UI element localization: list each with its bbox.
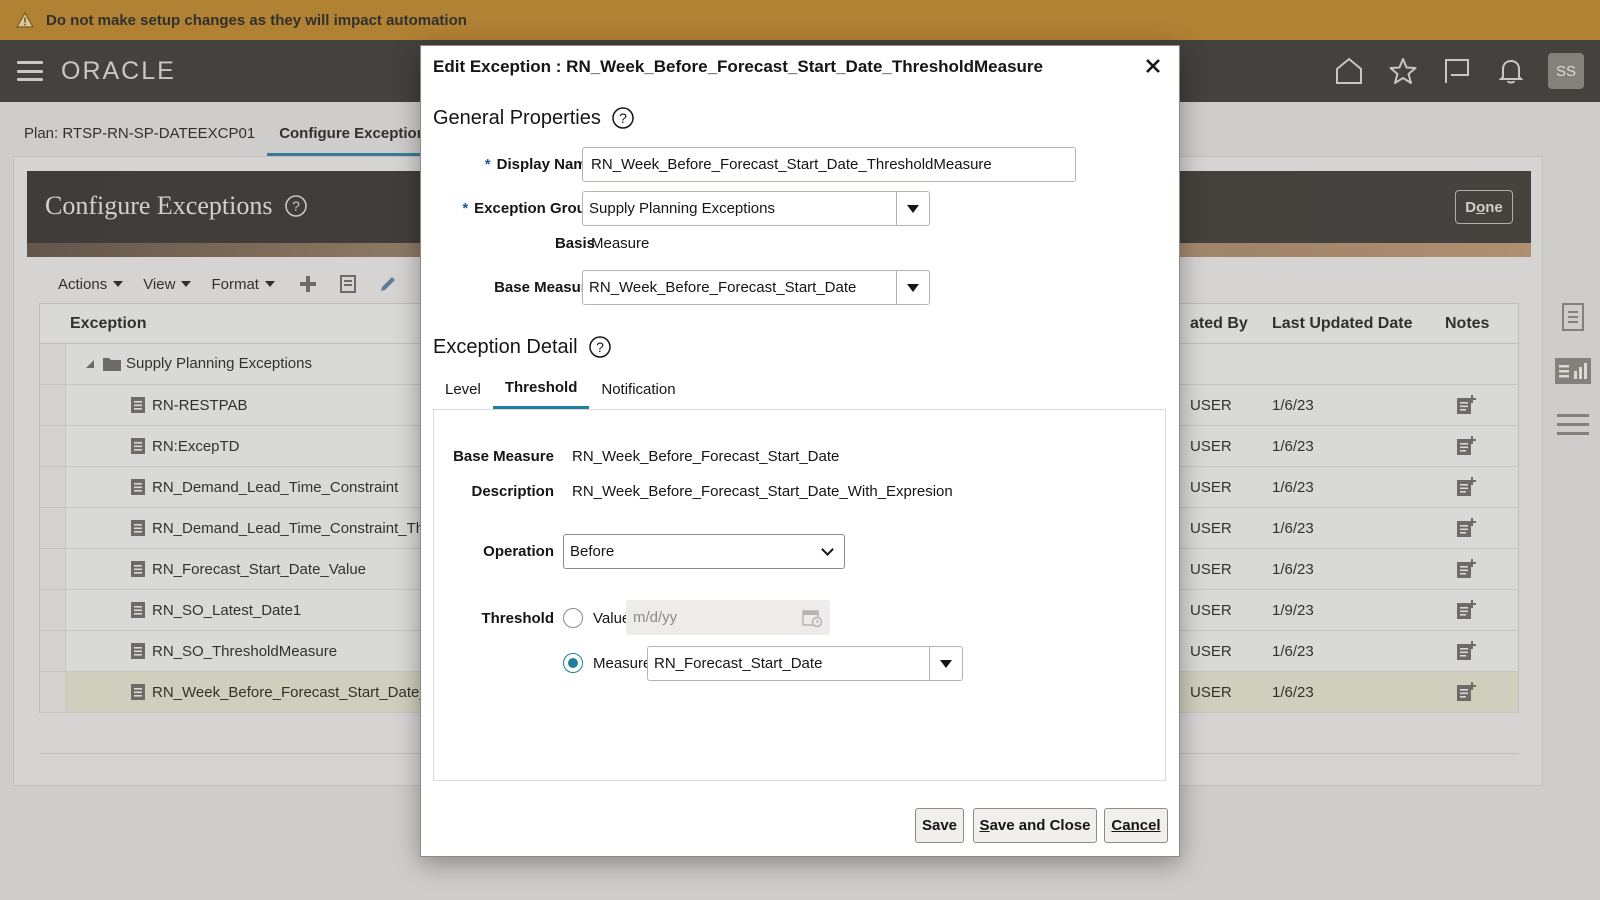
- close-icon[interactable]: [1141, 54, 1165, 78]
- basis-value: Measure: [591, 235, 650, 252]
- display-name-label: * Display Name: [457, 156, 595, 173]
- general-properties-heading: General Properties ?: [433, 106, 635, 130]
- save-and-close-button[interactable]: Save and Close: [973, 808, 1097, 843]
- value-radio-label[interactable]: Value: [593, 610, 630, 627]
- threshold-label: Threshold: [481, 610, 554, 627]
- threshold-measure-value: RN_Forecast_Start_Date: [654, 655, 823, 672]
- display-name-label-text: Display Name: [496, 156, 595, 173]
- exception-detail-heading: Exception Detail ?: [433, 335, 612, 359]
- dropdown-button[interactable]: [896, 271, 929, 304]
- calendar-icon: [802, 609, 823, 627]
- save-button[interactable]: Save: [915, 808, 964, 843]
- chevron-down-icon: [907, 204, 919, 213]
- display-name-input[interactable]: RN_Week_Before_Forecast_Start_Date_Thres…: [582, 147, 1076, 182]
- exception-detail-title: Exception Detail: [433, 335, 578, 358]
- operation-select[interactable]: Before: [563, 534, 845, 569]
- exception-group-value: Supply Planning Exceptions: [589, 200, 775, 217]
- basis-label: Basis: [554, 235, 595, 252]
- description-value: RN_Week_Before_Forecast_Start_Date_With_…: [572, 483, 953, 500]
- general-properties-title: General Properties: [433, 106, 601, 129]
- base-measure-label: Base Measure: [494, 279, 595, 296]
- operation-label: Operation: [483, 543, 554, 560]
- dialog-title: Edit Exception : RN_Week_Before_Forecast…: [433, 57, 1043, 76]
- tab-notification[interactable]: Notification: [589, 369, 687, 409]
- help-icon[interactable]: ?: [611, 106, 635, 130]
- tab-threshold[interactable]: Threshold: [492, 369, 590, 409]
- base-measure-value: RN_Week_Before_Forecast_Start_Date: [589, 279, 857, 296]
- detail-base-measure-label: Base Measure: [453, 448, 554, 465]
- chevron-down-icon: [940, 659, 952, 668]
- threshold-date-input: m/d/yy: [626, 600, 830, 635]
- base-measure-select[interactable]: RN_Week_Before_Forecast_Start_Date: [582, 270, 930, 305]
- exception-group-label: * Exception Group: [431, 200, 595, 217]
- description-label: Description: [471, 483, 554, 500]
- edit-exception-dialog: Edit Exception : RN_Week_Before_Forecast…: [420, 45, 1180, 857]
- detail-base-measure-value: RN_Week_Before_Forecast_Start_Date: [572, 448, 840, 465]
- date-placeholder: m/d/yy: [633, 609, 678, 626]
- detail-tabs: Level Threshold Notification: [433, 369, 688, 409]
- dropdown-button[interactable]: [929, 647, 962, 680]
- threshold-measure-select[interactable]: RN_Forecast_Start_Date: [647, 646, 963, 681]
- chevron-down-icon: [907, 283, 919, 292]
- help-icon[interactable]: ?: [588, 335, 612, 359]
- svg-text:?: ?: [619, 110, 627, 126]
- measure-radio[interactable]: [563, 653, 583, 673]
- tab-level[interactable]: Level: [433, 369, 493, 409]
- exception-group-label-text: Exception Group: [474, 200, 595, 217]
- dropdown-button[interactable]: [896, 192, 929, 225]
- measure-radio-label[interactable]: Measure: [593, 655, 651, 672]
- operation-value: Before: [570, 543, 615, 560]
- chevron-down-icon: [821, 542, 834, 556]
- cancel-button[interactable]: Cancel: [1104, 808, 1168, 843]
- value-radio[interactable]: [563, 608, 583, 628]
- svg-text:?: ?: [596, 339, 604, 355]
- exception-group-select[interactable]: Supply Planning Exceptions: [582, 191, 930, 226]
- required-icon: *: [462, 200, 469, 217]
- required-icon: *: [484, 156, 491, 173]
- threshold-tab-panel: Base Measure RN_Week_Before_Forecast_Sta…: [433, 409, 1166, 781]
